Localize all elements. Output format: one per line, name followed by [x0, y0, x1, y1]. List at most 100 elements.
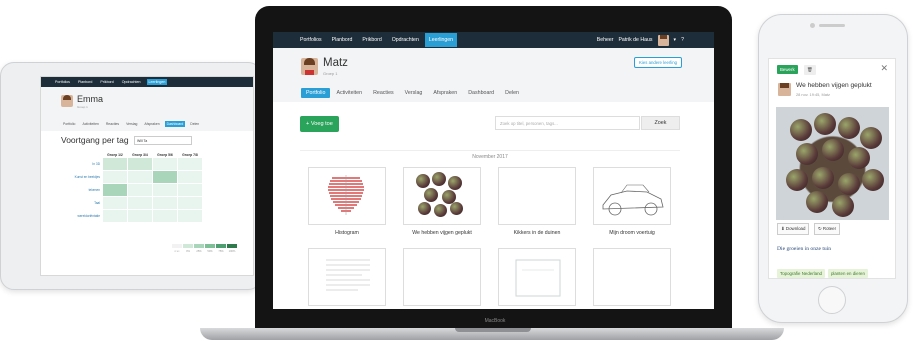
tab-dashboard[interactable]: Dashboard — [164, 121, 186, 127]
portfolio-item[interactable] — [403, 248, 481, 309]
tab-reacties[interactable]: Reacties — [104, 121, 121, 127]
tab-portfolio[interactable]: Portfolio — [61, 121, 77, 127]
phone-home-button[interactable] — [818, 286, 846, 314]
fabric-photo-thumbnail — [593, 248, 671, 306]
search-input[interactable]: Zoek op titel, personen, tags... — [495, 116, 640, 130]
tab-activiteiten[interactable]: Activiteiten — [331, 88, 367, 98]
document-thumbnail — [308, 248, 386, 306]
fig-shape — [814, 113, 836, 135]
close-icon[interactable]: ✕ — [880, 63, 888, 74]
heat-cell — [128, 210, 152, 222]
row-label[interactable]: Taal — [61, 201, 103, 205]
row-label[interactable]: In 3D — [61, 162, 103, 166]
heat-cell — [103, 171, 127, 183]
laptop-nav: Portfolios Planbord Prikbord Opdrachten … — [273, 32, 714, 48]
fig-shape — [450, 202, 463, 215]
nav-opdrachten[interactable]: Opdrachten — [388, 33, 423, 47]
tag-badge[interactable]: Topografie Nederland — [777, 269, 825, 278]
heat-cell — [128, 158, 152, 170]
chevron-down-icon[interactable]: ▾ — [674, 37, 677, 43]
tab-afspraken[interactable]: Afspraken — [428, 88, 462, 98]
tablet-nav: Portfolios Planbord Prikbord Opdrachten … — [41, 77, 253, 87]
row-label[interactable]: Kunst en beeldjes — [61, 175, 103, 179]
figs-photo — [776, 107, 889, 220]
legend-label: 100% — [228, 250, 236, 253]
tab-verslag[interactable]: Verslag — [124, 121, 139, 127]
fig-shape — [806, 191, 828, 213]
heat-cell — [128, 171, 152, 183]
tab-activiteiten[interactable]: Activiteiten — [80, 121, 100, 127]
fig-shape — [862, 169, 884, 191]
tab-delen[interactable]: Delen — [188, 121, 201, 127]
portfolio-item[interactable]: We hebben vijgen geplukt — [403, 167, 481, 236]
item-caption: Kikkers in de duinen — [513, 230, 561, 236]
fig-shape — [448, 176, 462, 190]
tablet-nav-leerlingen[interactable]: Leerlingen — [146, 79, 168, 85]
student-name: Matz — [323, 57, 348, 69]
portfolio-item[interactable] — [308, 248, 386, 309]
portfolio-item[interactable]: Mijn droom voertuig — [593, 167, 671, 236]
portfolio-item[interactable] — [593, 248, 671, 309]
user-avatar[interactable] — [657, 34, 669, 46]
chart-title: Voortgang per tag — [61, 135, 129, 145]
heat-cell — [128, 197, 152, 209]
nav-prikbord[interactable]: Prikbord — [358, 33, 385, 47]
column-header: Groep 7/8 — [182, 153, 198, 157]
nav-planbord[interactable]: Planbord — [328, 33, 357, 47]
fig-shape — [796, 143, 818, 165]
portfolio-item[interactable]: Kikkers in de duinen — [498, 167, 576, 236]
help-icon[interactable]: ? — [681, 37, 684, 43]
figs-thumbnail — [403, 167, 481, 225]
nav-beheer[interactable]: Beheer — [597, 37, 614, 43]
heatmap-row: tekenen — [61, 184, 203, 196]
heatmap-legend-labels: n.v.t 0% 25% 50% 75% 100% — [172, 250, 237, 253]
tab-portfolio[interactable]: Portfolio — [301, 88, 331, 98]
heatmap-column-headers: Groep 1/2 Groep 3/4 Groep 5/6 Groep 7/8 — [103, 153, 203, 157]
heatmap-legend — [172, 244, 237, 248]
row-label[interactable]: wereldoriëntatie — [61, 214, 103, 218]
student-tabs: Portfolio Activiteiten Reacties Verslag … — [301, 88, 524, 98]
rotate-button[interactable]: ↻ Roteer — [814, 223, 841, 235]
tablet-nav-portfolios[interactable]: Portfolios — [53, 79, 72, 85]
tag-select[interactable]: Will Ta — [134, 136, 192, 145]
portfolio-item[interactable] — [498, 248, 576, 309]
tag-badge[interactable]: planten en dieren — [827, 269, 868, 278]
heat-cell — [153, 210, 177, 222]
car-drawing-thumbnail — [593, 167, 671, 225]
search-button[interactable]: Zoek — [641, 116, 680, 130]
phone-screen: Bewerk 🗑 ✕ We hebben vijgen geplukt 28 n… — [768, 58, 896, 279]
download-label: Download — [785, 226, 806, 231]
row-label[interactable]: tekenen — [61, 188, 103, 192]
fig-shape — [812, 167, 834, 189]
progress-heatmap: Groep 1/2 Groep 3/4 Groep 5/6 Groep 7/8 … — [61, 153, 203, 222]
download-button[interactable]: ⬇ Download — [777, 223, 810, 235]
nav-portfolios[interactable]: Portfolios — [296, 33, 326, 47]
tab-afspraken[interactable]: Afspraken — [142, 121, 161, 127]
post-tags: Topografie Nederland planten en dieren — [777, 269, 868, 278]
fig-shape — [832, 195, 854, 217]
tablet-nav-opdrachten[interactable]: Opdrachten — [120, 79, 143, 85]
tablet-nav-planbord[interactable]: Planbord — [76, 79, 94, 85]
trash-icon[interactable]: 🗑 — [804, 65, 816, 75]
student-group: Groep 1 — [323, 71, 338, 76]
choose-other-student-button[interactable]: Kies andere leerling — [634, 57, 682, 68]
post-caption: Die groeien in onze tuin — [777, 246, 832, 252]
fig-shape — [822, 139, 844, 161]
nav-leerlingen[interactable]: Leerlingen — [424, 33, 458, 47]
fig-shape — [790, 119, 812, 141]
tab-delen[interactable]: Delen — [500, 88, 524, 98]
document-lines — [326, 259, 370, 291]
nav-user-name[interactable]: Patrik de Haus — [618, 37, 652, 43]
tab-dashboard[interactable]: Dashboard — [463, 88, 499, 98]
portfolio-item[interactable]: Histogram — [308, 167, 386, 236]
legend-swatch — [172, 244, 182, 248]
tab-verslag[interactable]: Verslag — [400, 88, 428, 98]
tab-reacties[interactable]: Reacties — [368, 88, 399, 98]
add-item-button[interactable]: + Voeg toe — [300, 116, 339, 132]
tablet-nav-prikbord[interactable]: Prikbord — [98, 79, 115, 85]
histogram-thumbnail — [308, 167, 386, 225]
frame-sketch — [515, 259, 561, 297]
month-heading: November 2017 — [300, 150, 680, 160]
edit-button[interactable]: Bewerk — [777, 65, 798, 74]
avatar — [778, 83, 791, 96]
